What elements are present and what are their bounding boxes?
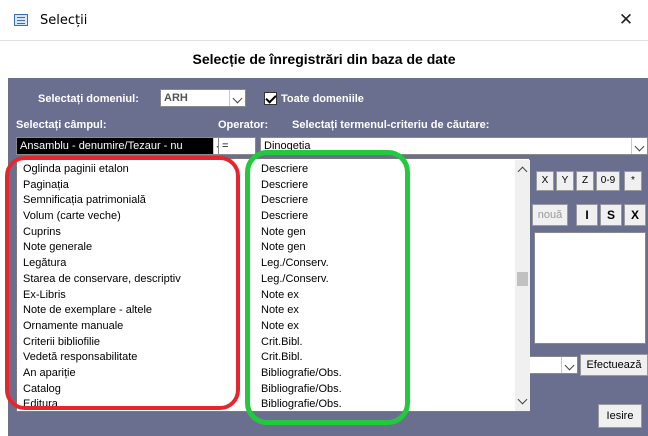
close-button[interactable]: ✕ bbox=[614, 9, 638, 31]
letter-z-button[interactable]: Z bbox=[576, 171, 594, 191]
or-button[interactable]: S bbox=[600, 204, 622, 226]
list-item-group[interactable]: Note ex bbox=[261, 288, 511, 304]
list-item-group[interactable]: Note gen bbox=[261, 225, 511, 241]
all-domains-checkbox[interactable] bbox=[264, 92, 277, 105]
list-item[interactable]: Ex-Libris bbox=[23, 288, 253, 304]
term-value: Dinogetia bbox=[264, 140, 311, 152]
domain-select[interactable]: ARH bbox=[160, 89, 246, 107]
criteria-box bbox=[534, 232, 646, 344]
chevron-down-icon[interactable] bbox=[229, 90, 245, 106]
list-item-group[interactable]: Descriere bbox=[261, 178, 511, 194]
chevron-down-icon[interactable] bbox=[561, 357, 577, 373]
field-value: Ansamblu - denumire/Tezaur - nu bbox=[20, 140, 183, 152]
wildcard-button[interactable]: * bbox=[624, 171, 642, 191]
page-title: Selecție de înregistrări din baza de dat… bbox=[0, 41, 648, 78]
domain-label: Selectați domeniul: bbox=[38, 93, 139, 105]
list-item-group[interactable]: Descriere bbox=[261, 209, 511, 225]
list-item[interactable]: Oglinda paginii etalon bbox=[23, 162, 253, 178]
execute-button[interactable]: Efectuează bbox=[580, 354, 648, 376]
operator-value: = bbox=[222, 140, 229, 152]
list-item[interactable]: Editura bbox=[23, 397, 253, 413]
dropdown-scrollbar[interactable] bbox=[515, 160, 530, 411]
list-item-group[interactable]: Note ex bbox=[261, 319, 511, 335]
letter-y-button[interactable]: Y bbox=[556, 171, 574, 191]
domain-value: ARH bbox=[164, 92, 188, 104]
list-item[interactable]: Note de exemplare - altele bbox=[23, 303, 253, 319]
exit-button[interactable]: Iesire bbox=[598, 404, 642, 428]
operator-label: Operator: bbox=[218, 119, 269, 131]
list-item-group[interactable]: Note ex bbox=[261, 303, 511, 319]
term-label: Selectați termenul-criteriu de căutare: bbox=[292, 119, 490, 131]
new-selection-button[interactable]: nouă bbox=[532, 204, 568, 226]
scroll-up-icon[interactable] bbox=[515, 162, 530, 177]
list-item-group[interactable]: Bibliografie/Obs. bbox=[261, 382, 511, 398]
list-item[interactable]: Legătura bbox=[23, 256, 253, 272]
list-item-group[interactable]: Bibliografie/Obs. bbox=[261, 366, 511, 382]
list-item[interactable]: Catalog bbox=[23, 382, 253, 398]
list-item[interactable]: Paginația bbox=[23, 178, 253, 194]
field-label: Selectați câmpul: bbox=[16, 119, 107, 131]
list-item[interactable]: Cuprins bbox=[23, 225, 253, 241]
field-select[interactable]: Ansamblu - denumire/Tezaur - nu bbox=[16, 137, 230, 155]
list-item[interactable]: Vedetă responsabilitate bbox=[23, 350, 253, 366]
and-button[interactable]: I bbox=[576, 204, 598, 226]
list-item-group[interactable]: Crit.Bibl. bbox=[261, 335, 511, 351]
letter-x-button[interactable]: X bbox=[536, 171, 554, 191]
list-item[interactable]: Criterii bibliofilie bbox=[23, 335, 253, 351]
title-bar: Selecții ✕ bbox=[0, 0, 648, 41]
option-select[interactable] bbox=[528, 356, 578, 374]
list-item[interactable]: An apariție bbox=[23, 366, 253, 382]
all-domains-label: Toate domeniile bbox=[281, 93, 364, 105]
scroll-thumb[interactable] bbox=[517, 272, 528, 286]
term-select[interactable]: Dinogetia bbox=[260, 137, 648, 155]
field-dropdown-list[interactable]: Oglinda paginii etalon Paginația Semnifica… bbox=[16, 158, 530, 412]
list-item[interactable]: Semnificația patrimonială bbox=[23, 193, 253, 209]
list-item[interactable]: Starea de conservare, descriptiv bbox=[23, 272, 253, 288]
scroll-down-icon[interactable] bbox=[515, 394, 530, 409]
field-name-column: Oglinda paginii etalon Paginația Semnifica… bbox=[23, 162, 253, 413]
list-item[interactable]: Ornamente manuale bbox=[23, 319, 253, 335]
list-item[interactable]: Volum (carte veche) bbox=[23, 209, 253, 225]
form-icon bbox=[14, 14, 28, 26]
field-group-column: Descriere Descriere Descriere Descriere Note… bbox=[261, 162, 511, 413]
list-item-group[interactable]: Descriere bbox=[261, 193, 511, 209]
exclude-button[interactable]: X bbox=[624, 204, 646, 226]
list-item-group[interactable]: Note gen bbox=[261, 240, 511, 256]
list-item-group[interactable]: Leg./Conserv. bbox=[261, 256, 511, 272]
list-item-group[interactable]: Leg./Conserv. bbox=[261, 272, 511, 288]
operator-select[interactable]: = bbox=[218, 137, 256, 155]
digits-button[interactable]: 0-9 bbox=[596, 171, 620, 191]
list-item-group[interactable]: Crit.Bibl. bbox=[261, 350, 511, 366]
chevron-down-icon[interactable] bbox=[631, 138, 647, 154]
list-item-group[interactable]: Bibliografie/Obs. bbox=[261, 397, 511, 413]
window-title: Selecții bbox=[40, 13, 88, 28]
list-item-group[interactable]: Descriere bbox=[261, 162, 511, 178]
list-item[interactable]: Note generale bbox=[23, 240, 253, 256]
